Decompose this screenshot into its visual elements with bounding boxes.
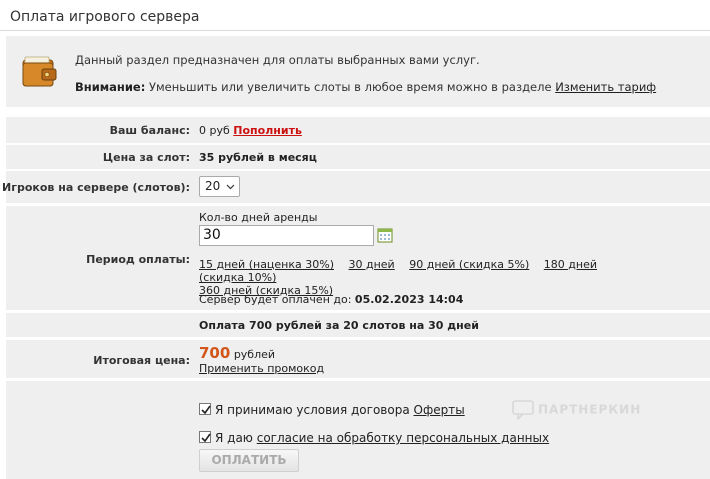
- period-label: Период оплаты:: [86, 253, 190, 266]
- agreements-row: Я принимаю условия договора Оферты Я даю…: [6, 381, 710, 479]
- total-amount: 700: [199, 344, 231, 362]
- summary-text: Оплата 700 рублей за 20 слотов на 30 дне…: [199, 319, 479, 332]
- summary-row: Оплата 700 рублей за 20 слотов на 30 дне…: [6, 313, 710, 337]
- paid-until-value: 05.02.2023 14:04: [354, 293, 464, 306]
- balance-label: Ваш баланс:: [109, 124, 190, 137]
- period-option-90[interactable]: 90 дней (скидка 5%): [409, 258, 529, 271]
- paid-until: Сервер будет оплачен до: 05.02.2023 14:0…: [199, 293, 463, 306]
- days-input[interactable]: 30: [199, 225, 374, 246]
- balance-row: Ваш баланс: 0 руб Пополнить: [6, 117, 710, 143]
- checkmark-icon: [201, 433, 211, 443]
- paid-until-label: Сервер будет оплачен до:: [199, 293, 352, 306]
- watermark: ПАРТНЕРКИН: [512, 400, 642, 421]
- offer-link[interactable]: Оферты: [414, 403, 465, 417]
- offer-text-wrap: Я принимаю условия договора Оферты: [215, 403, 465, 417]
- pay-button[interactable]: ОПЛАТИТЬ: [199, 449, 299, 472]
- attention-message: Уменьшить или увеличить слоты в любое вр…: [149, 80, 552, 94]
- period-options: 15 дней (наценка 30%) 30 дней 90 дней (с…: [199, 258, 639, 297]
- total-label: Итоговая цена:: [93, 354, 190, 367]
- info-text: Данный раздел предназначен для оплаты вы…: [75, 53, 480, 67]
- slots-select[interactable]: 20: [199, 176, 240, 197]
- consent-text: Я даю: [215, 431, 253, 445]
- total-value: 700 рублей: [199, 344, 275, 362]
- slot-price-label: Цена за слот:: [102, 151, 190, 164]
- period-row: Период оплаты: Кол-во дней аренды 30 15 …: [6, 206, 710, 310]
- offer-text: Я принимаю условия договора: [215, 403, 410, 417]
- attention-text: Внимание: Уменьшить или увеличить слоты …: [75, 80, 656, 94]
- promo-link[interactable]: Применить промокод: [199, 362, 324, 375]
- calendar-icon[interactable]: [377, 227, 393, 243]
- balance-value-wrap: 0 руб Пополнить: [199, 124, 302, 137]
- slot-price-row: Цена за слот: 35 рублей в месяц: [6, 145, 710, 169]
- balance-value: 0 руб: [199, 124, 230, 137]
- total-currency: рублей: [233, 348, 276, 361]
- consent-checkbox[interactable]: [199, 431, 211, 443]
- slots-select-value: 20: [205, 179, 221, 193]
- watermark-text: ПАРТНЕРКИН: [538, 402, 642, 417]
- consent-text-wrap: Я даю согласие на обработку персональных…: [215, 431, 549, 445]
- page-title: Оплата игрового сервера: [0, 0, 710, 31]
- offer-checkbox[interactable]: [199, 403, 211, 415]
- consent-link[interactable]: согласие на обработку персональных данны…: [257, 431, 549, 445]
- chevron-down-icon: [226, 184, 235, 190]
- players-row: Игроков на сервере (слотов): 20: [2, 171, 710, 203]
- days-caption: Кол-во дней аренды: [199, 211, 318, 224]
- wallet-icon: [22, 56, 57, 87]
- info-box: Данный раздел предназначен для оплаты вы…: [6, 36, 710, 107]
- slot-price-value: 35 рублей в месяц: [199, 151, 317, 164]
- change-tariff-link[interactable]: Изменить тариф: [555, 80, 656, 94]
- players-label: Игроков на сервере (слотов):: [2, 181, 190, 194]
- total-row: Итоговая цена: 700 рублей Применить пром…: [6, 340, 710, 378]
- topup-link[interactable]: Пополнить: [233, 124, 302, 137]
- chat-bubble-icon: [512, 400, 534, 421]
- period-option-30[interactable]: 30 дней: [349, 258, 395, 271]
- attention-label: Внимание:: [75, 80, 146, 94]
- period-option-15[interactable]: 15 дней (наценка 30%): [199, 258, 334, 271]
- checkmark-icon: [201, 405, 211, 415]
